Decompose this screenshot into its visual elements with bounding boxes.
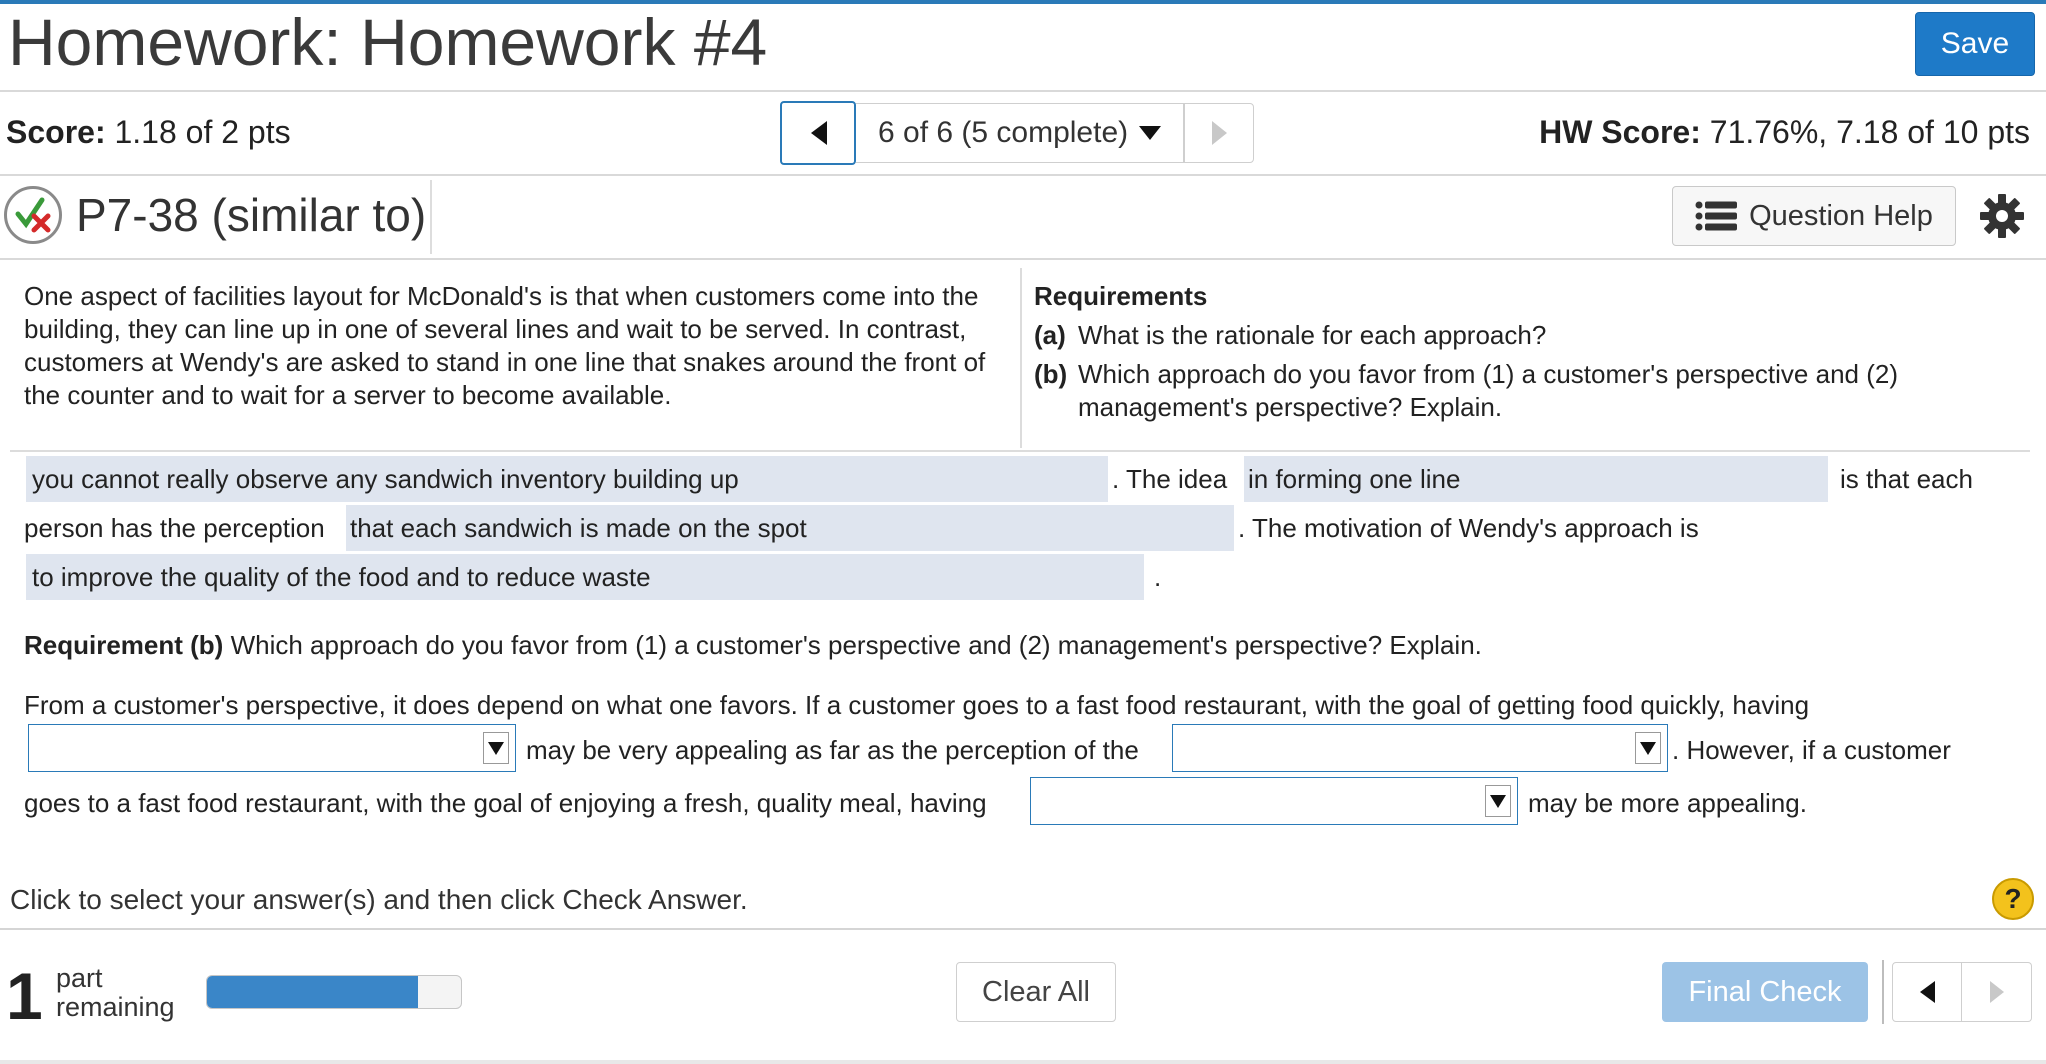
next-question-button[interactable]: [1184, 103, 1254, 163]
chevron-right-icon: [1212, 121, 1227, 145]
requirement-item: (b) Which approach do you favor from (1)…: [1034, 358, 2024, 424]
question-selector-label: 6 of 6 (5 complete): [878, 116, 1129, 149]
requirement-b-label: Requirement (b): [24, 630, 224, 660]
parts-label-line2: remaining: [56, 992, 175, 1022]
requirement-letter: (b): [1034, 359, 1068, 389]
requirement-item: (a) What is the rationale for each appro…: [1034, 319, 2024, 352]
requirement-letter: (a): [1034, 320, 1066, 350]
chevron-left-icon: [1920, 981, 1935, 1003]
instructions-text: Click to select your answer(s) and then …: [10, 884, 748, 915]
answer-text-3: person has the perception: [24, 513, 325, 543]
hw-score-value: 71.76%, 7.18 of 10 pts: [1709, 114, 2030, 150]
help-question-icon[interactable]: ?: [1992, 878, 2034, 920]
answer-text-5: .: [1154, 562, 1162, 592]
answer-fill-2-text: in forming one line: [1248, 464, 1461, 494]
caret-down-icon: [1635, 732, 1661, 764]
caret-down-icon: [1485, 785, 1511, 817]
footer-nav-separator: [1882, 960, 1884, 1024]
parts-remaining-label: part remaining: [56, 964, 175, 1022]
progress-bar: [206, 975, 462, 1009]
gear-icon[interactable]: [1978, 192, 2026, 240]
save-button[interactable]: Save: [1915, 12, 2035, 76]
text-after-dropdown-1: may be very appealing as far as the perc…: [526, 735, 1139, 765]
answer-text-1: . The idea: [1112, 464, 1228, 494]
requirement-b-heading: Requirement (b) Which approach do you fa…: [24, 630, 1482, 661]
clear-all-button[interactable]: Clear All: [956, 962, 1116, 1022]
dropdown-3[interactable]: [1030, 777, 1518, 825]
list-icon: [1695, 201, 1738, 231]
question-title-divider: [430, 180, 432, 254]
previous-question-button[interactable]: [780, 101, 856, 165]
caret-down-icon: [483, 732, 509, 764]
requirement-text: Which approach do you favor from (1) a c…: [1078, 359, 1898, 422]
progress-bar-fill: [207, 976, 418, 1008]
problem-requirements-divider: [1020, 268, 1022, 448]
parts-remaining-count: 1: [6, 959, 43, 1033]
final-check-button[interactable]: Final Check: [1662, 962, 1868, 1022]
requirements-panel: Requirements (a) What is the rationale f…: [1034, 280, 2024, 424]
question-row-divider: [0, 258, 2046, 260]
header-divider: [0, 90, 2046, 92]
chevron-right-icon: [1989, 981, 2004, 1003]
question-help-button[interactable]: Question Help: [1672, 186, 1956, 246]
hw-score-display: HW Score: 71.76%, 7.18 of 10 pts: [1539, 114, 2030, 151]
answer-fill-3-text: that each sandwich is made on the spot: [350, 513, 807, 543]
problem-statement: One aspect of facilities layout for McDo…: [24, 281, 986, 410]
text-after-dropdown-2: . However, if a customer: [1672, 735, 1951, 765]
answer-fill-1-text: you cannot really observe any sandwich i…: [32, 464, 739, 494]
caret-down-icon: [1139, 126, 1162, 140]
bottom-border: [0, 1060, 2046, 1064]
requirement-text: What is the rationale for each approach?: [1078, 320, 1547, 350]
customer-perspective-text: From a customer's perspective, it does d…: [24, 690, 1810, 720]
question-id: P7-38 (similar to): [76, 189, 427, 241]
requirements-title: Requirements: [1034, 281, 1208, 311]
footer-next-button[interactable]: [1962, 962, 2032, 1022]
footer-divider: [0, 928, 2046, 930]
problem-divider: [10, 450, 2030, 452]
fresh-meal-text: goes to a fast food restaurant, with the…: [24, 788, 987, 818]
dropdown-2[interactable]: [1172, 724, 1668, 772]
hw-score-label: HW Score:: [1539, 114, 1701, 150]
chevron-left-icon: [811, 121, 827, 145]
answer-text-4: . The motivation of Wendy's approach is: [1238, 513, 1699, 543]
score-value: 1.18 of 2 pts: [114, 114, 291, 150]
page-title: Homework: Homework #4: [8, 5, 768, 79]
partial-correct-icon: [4, 186, 62, 244]
score-display: Score: 1.18 of 2 pts: [6, 114, 291, 151]
answer-fill-4-text: to improve the quality of the food and t…: [32, 562, 651, 592]
question-help-label: Question Help: [1749, 199, 1933, 232]
question-selector[interactable]: 6 of 6 (5 complete): [856, 103, 1184, 163]
score-label: Score:: [6, 114, 106, 150]
requirement-b-text: Which approach do you favor from (1) a c…: [230, 630, 1482, 660]
parts-label-line1: part: [56, 963, 103, 993]
answer-text-2: is that each: [1840, 464, 1973, 494]
footer-previous-button[interactable]: [1892, 962, 1962, 1022]
dropdown-1[interactable]: [28, 724, 516, 772]
text-after-dropdown-3: may be more appealing.: [1528, 788, 1807, 818]
score-row-divider: [0, 174, 2046, 176]
